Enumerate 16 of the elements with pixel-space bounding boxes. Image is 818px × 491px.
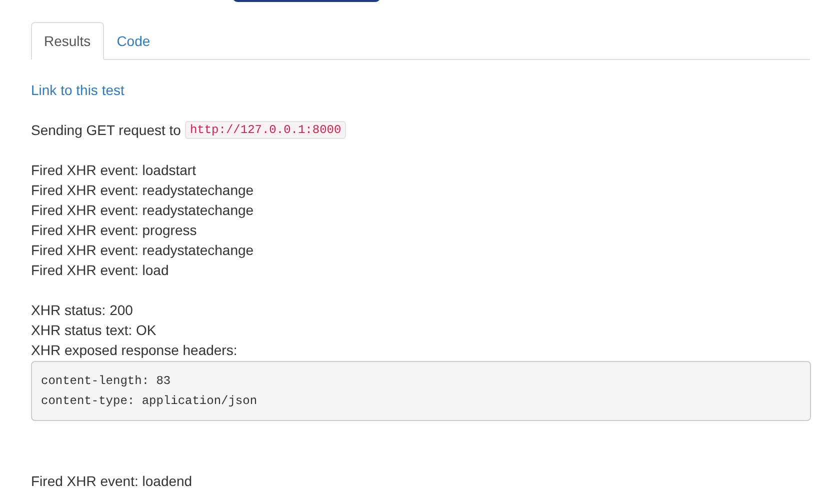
event-line: Fired XHR event: progress	[31, 222, 197, 238]
request-url: http://127.0.0.1:8000	[184, 121, 346, 139]
test-link[interactable]: Link to this test	[31, 82, 124, 98]
event-line: Fired XHR event: loadstart	[31, 162, 196, 178]
event-line: Fired XHR event: load	[31, 262, 169, 278]
headers-block: content-length: 83 content-type: application/json	[31, 361, 811, 421]
tab[interactable]: Results	[31, 22, 104, 60]
tab[interactable]: Code	[104, 22, 164, 60]
status-line: XHR status text: OK	[31, 322, 156, 338]
status-line: XHR status: 200	[31, 302, 133, 318]
event-line: Fired XHR event: readystatechange	[31, 202, 254, 218]
request-text: Sending GET request to	[31, 121, 181, 140]
status-line: XHR exposed response headers:	[31, 342, 238, 358]
event-line: Fired XHR event: readystatechange	[31, 242, 254, 258]
event-line: Fired XHR event: readystatechange	[31, 182, 254, 198]
event-line: Fired XHR event: loadend	[31, 473, 192, 489]
